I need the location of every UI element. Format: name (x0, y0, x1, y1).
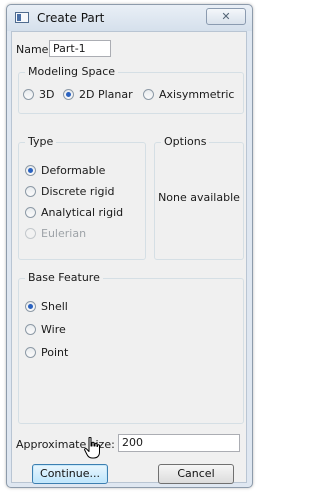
radio-wire[interactable]: Wire (25, 323, 66, 336)
options-placeholder-text: None available (158, 191, 240, 204)
radio-analytical-rigid[interactable]: Analytical rigid (25, 206, 123, 219)
radio-eulerian: Eulerian (25, 227, 86, 240)
radio-button-icon (143, 89, 154, 100)
radio-discrete-rigid[interactable]: Discrete rigid (25, 185, 115, 198)
dialog-body: Name: Part-1 Modeling Space 3D 2D Planar… (11, 31, 247, 484)
radio-deformable-label: Deformable (41, 164, 106, 177)
radio-button-selected-icon (63, 89, 74, 100)
hand-cursor-icon (84, 437, 100, 459)
base-feature-group: Base Feature Shell Wire Point (18, 271, 244, 424)
name-label: Name: (16, 43, 53, 56)
radio-button-disabled-icon (25, 228, 36, 239)
radio-wire-label: Wire (41, 323, 66, 336)
radio-button-selected-icon (25, 165, 36, 176)
radio-button-icon (25, 207, 36, 218)
name-input[interactable]: Part-1 (49, 40, 111, 57)
close-button[interactable]: ✕ (206, 8, 246, 25)
radio-3d-label: 3D (39, 88, 55, 101)
radio-shell-label: Shell (41, 300, 68, 313)
options-group: Options None available (154, 135, 244, 260)
radio-point-label: Point (41, 346, 69, 359)
radio-shell[interactable]: Shell (25, 300, 68, 313)
radio-button-icon (25, 347, 36, 358)
modeling-space-title: Modeling Space (25, 65, 119, 78)
type-title: Type (25, 135, 57, 148)
base-feature-title: Base Feature (25, 271, 103, 284)
window-title: Create Part (37, 11, 105, 25)
type-group: Type Deformable Discrete rigid Analytica… (18, 135, 146, 260)
radio-axisymmetric-label: Axisymmetric (159, 88, 235, 101)
radio-point[interactable]: Point (25, 346, 68, 359)
window-icon (15, 12, 29, 23)
continue-button[interactable]: Continue... (32, 464, 108, 484)
cancel-button[interactable]: Cancel (158, 464, 234, 484)
radio-button-icon (25, 324, 36, 335)
radio-button-icon (25, 186, 36, 197)
create-part-dialog: Create Part ✕ Name: Part-1 Modeling Spac… (6, 4, 253, 488)
approx-size-input[interactable]: 200 (118, 434, 240, 452)
radio-eulerian-label: Eulerian (41, 227, 87, 240)
radio-2d-planar[interactable]: 2D Planar (63, 88, 133, 101)
radio-deformable[interactable]: Deformable (25, 164, 105, 177)
radio-2d-planar-label: 2D Planar (79, 88, 133, 101)
radio-button-selected-icon (25, 301, 36, 312)
radio-analytical-rigid-label: Analytical rigid (41, 206, 124, 219)
options-title: Options (161, 135, 210, 148)
radio-axisymmetric[interactable]: Axisymmetric (143, 88, 234, 101)
modeling-space-group: Modeling Space 3D 2D Planar Axisymmetric (18, 65, 244, 114)
title-bar[interactable]: Create Part ✕ (7, 5, 252, 31)
radio-3d[interactable]: 3D (23, 88, 54, 101)
close-icon: ✕ (221, 10, 231, 23)
radio-discrete-rigid-label: Discrete rigid (41, 185, 115, 198)
radio-button-icon (23, 89, 34, 100)
